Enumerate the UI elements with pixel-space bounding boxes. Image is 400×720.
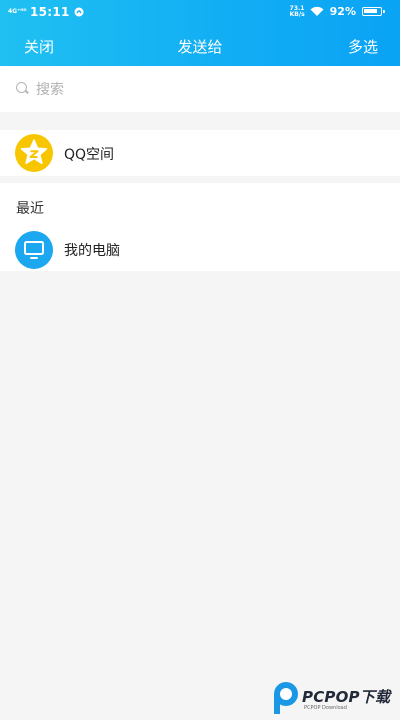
battery-percentage: 92% [329, 5, 356, 18]
battery-fill [364, 9, 377, 13]
watermark-subtext: PCPOP Download [304, 705, 347, 711]
watermark-text: PCPOP下载 [302, 688, 391, 706]
network-indicator: 4G⁺ᴴᴰ [8, 8, 27, 15]
wifi-icon [310, 6, 324, 17]
search-bar[interactable]: 搜索 [0, 66, 400, 112]
search-input[interactable]: 搜索 [36, 79, 64, 99]
section-title: 最近 [16, 201, 44, 217]
network-speed: 73.1 KB/s [289, 4, 305, 18]
title-bar: 关闭 发送给 多选 [0, 26, 400, 66]
recent-section: 最近 我的电脑 [0, 183, 400, 271]
share-page: 4G⁺ᴴᴰ 15:11 73.1 KB/s 92% 关闭 发送给 多选 搜索 Q… [0, 0, 400, 720]
watermark-logo: PCPOP下载 PCPOP Download [272, 678, 396, 718]
header: 4G⁺ᴴᴰ 15:11 73.1 KB/s 92% 关闭 发送给 多选 [0, 0, 400, 66]
qzone-star-icon [15, 134, 53, 172]
page-title: 发送给 [177, 38, 223, 56]
list-item-label[interactable]: 我的电脑 [64, 240, 120, 260]
status-bar: 4G⁺ᴴᴰ 15:11 73.1 KB/s 92% [0, 0, 400, 26]
status-left: 4G⁺ᴴᴰ 15:11 [8, 5, 84, 19]
computer-monitor-icon[interactable] [15, 231, 53, 269]
pcpop-logo-icon [274, 682, 298, 714]
search-icon [16, 82, 27, 93]
battery-icon [362, 7, 385, 16]
list-item-label: QQ空间 [64, 147, 115, 163]
multi-select-button[interactable]: 多选 [348, 36, 378, 57]
status-right: 73.1 KB/s 92% [289, 4, 385, 18]
list-item-qzone[interactable]: QQ空间 [0, 130, 400, 176]
status-time: 15:11 [30, 5, 70, 19]
notification-icon [74, 7, 84, 17]
